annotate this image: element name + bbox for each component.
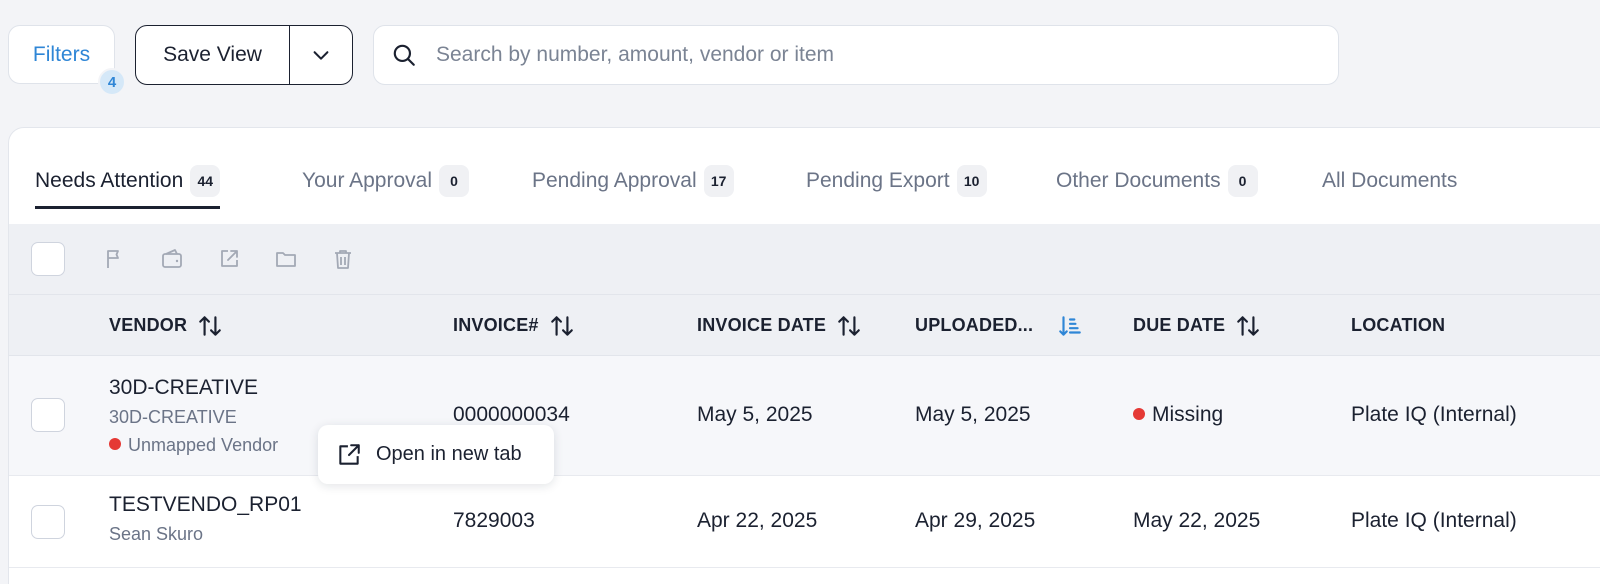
- open-in-new-tab-menu-item[interactable]: Open in new tab: [318, 425, 554, 484]
- column-header-label: INVOICE#: [453, 315, 539, 335]
- popup-label: Open in new tab: [376, 443, 522, 465]
- vendor-name[interactable]: TESTVENDO_RP01: [109, 493, 302, 517]
- folder-icon[interactable]: [274, 247, 298, 271]
- save-view-button[interactable]: Save View: [136, 26, 290, 84]
- vendor-status: Unmapped Vendor: [109, 435, 278, 456]
- column-header-label: LOCATION: [1351, 315, 1446, 335]
- invoice-date: Apr 22, 2025: [697, 509, 818, 532]
- flag-icon[interactable]: [103, 247, 127, 271]
- sort-icon[interactable]: [197, 313, 223, 339]
- sort-descending-icon[interactable]: [1057, 313, 1083, 339]
- column-header-label: UPLOADED...: [915, 315, 1034, 335]
- location: Plate IQ (Internal): [1351, 509, 1517, 532]
- vendor-subtitle: Sean Skuro: [109, 524, 204, 544]
- tab-count: 0: [439, 165, 469, 197]
- vendor-subtitle: 30D-CREATIVE: [109, 407, 237, 427]
- table-header: VENDOR INVOICE# INVOICE DATE UPLOADED...: [9, 295, 1600, 356]
- column-header-uploaded[interactable]: UPLOADED...: [915, 295, 1083, 356]
- due-date: Missing: [1133, 403, 1223, 427]
- invoice-date: May 5, 2025: [697, 403, 813, 426]
- column-header-label: INVOICE DATE: [697, 315, 827, 335]
- vendor-status-label: Unmapped Vendor: [128, 435, 279, 455]
- tab-label: Needs Attention: [35, 169, 184, 192]
- tab-pending-export[interactable]: Pending Export 10: [806, 155, 987, 207]
- wallet-icon[interactable]: [160, 247, 184, 271]
- uploaded-date: May 5, 2025: [915, 403, 1031, 426]
- due-date-label: Missing: [1152, 403, 1224, 426]
- tab-count: 17: [703, 165, 734, 197]
- location: Plate IQ (Internal): [1351, 403, 1517, 426]
- uploaded-date: Apr 29, 2025: [915, 509, 1036, 532]
- column-header-vendor[interactable]: VENDOR: [109, 295, 223, 356]
- sort-icon[interactable]: [836, 313, 862, 339]
- sort-icon[interactable]: [1235, 313, 1261, 339]
- tab-label: Pending Export: [806, 169, 950, 192]
- alert-dot-icon: [1133, 408, 1145, 420]
- column-header-due-date[interactable]: DUE DATE: [1133, 295, 1261, 356]
- documents-panel: Needs Attention 44 Your Approval 0 Pendi…: [8, 127, 1600, 584]
- tab-label: Your Approval: [302, 169, 432, 192]
- column-header-invoice[interactable]: INVOICE#: [453, 295, 575, 356]
- status-tabs: Needs Attention 44 Your Approval 0 Pendi…: [9, 128, 1600, 224]
- due-date: May 22, 2025: [1133, 509, 1261, 532]
- sort-icon[interactable]: [549, 313, 575, 339]
- search-icon: [390, 41, 418, 69]
- tab-label: All Documents: [1322, 169, 1458, 192]
- column-header-location[interactable]: LOCATION: [1351, 295, 1445, 356]
- search-bar: [373, 25, 1339, 85]
- trash-icon[interactable]: [331, 247, 355, 271]
- alert-dot-icon: [109, 438, 121, 450]
- export-icon[interactable]: [217, 247, 241, 271]
- column-header-invoice-date[interactable]: INVOICE DATE: [697, 295, 862, 356]
- filters-count-badge: 4: [98, 68, 126, 96]
- invoice-number: 0000000034: [453, 403, 570, 426]
- invoice-number: 7829003: [453, 509, 535, 532]
- tab-all-documents[interactable]: All Documents: [1322, 155, 1457, 207]
- tab-other-documents[interactable]: Other Documents 0: [1056, 155, 1258, 207]
- column-header-label: DUE DATE: [1133, 315, 1226, 335]
- tab-label: Other Documents: [1056, 169, 1221, 192]
- tab-pending-approval[interactable]: Pending Approval 17: [532, 155, 734, 207]
- tab-label: Pending Approval: [532, 169, 697, 192]
- row-checkbox[interactable]: [31, 398, 65, 432]
- bulk-actions-toolbar: [9, 224, 1600, 295]
- tab-needs-attention[interactable]: Needs Attention 44: [35, 155, 221, 209]
- table-row[interactable]: TESTVENDO_RP01 Sean Skuro 7829003 Apr 22…: [9, 476, 1600, 568]
- row-checkbox[interactable]: [31, 505, 65, 539]
- save-view-control: Save View: [135, 25, 353, 85]
- table-row[interactable]: 30D-CREATIVE 30D-CREATIVE Unmapped Vendo…: [9, 356, 1600, 476]
- tab-your-approval[interactable]: Your Approval 0: [302, 155, 469, 207]
- tab-count: 44: [190, 165, 221, 197]
- save-view-dropdown-button[interactable]: [290, 26, 352, 84]
- filters-label: Filters: [32, 42, 91, 66]
- vendor-name[interactable]: 30D-CREATIVE: [109, 376, 258, 400]
- external-link-icon: [339, 443, 360, 465]
- select-all-checkbox[interactable]: [31, 242, 65, 276]
- tab-count: 10: [956, 165, 987, 197]
- search-input[interactable]: [436, 43, 1316, 67]
- tab-count: 0: [1227, 165, 1258, 197]
- chevron-down-icon: [313, 51, 329, 60]
- column-header-label: VENDOR: [109, 315, 188, 335]
